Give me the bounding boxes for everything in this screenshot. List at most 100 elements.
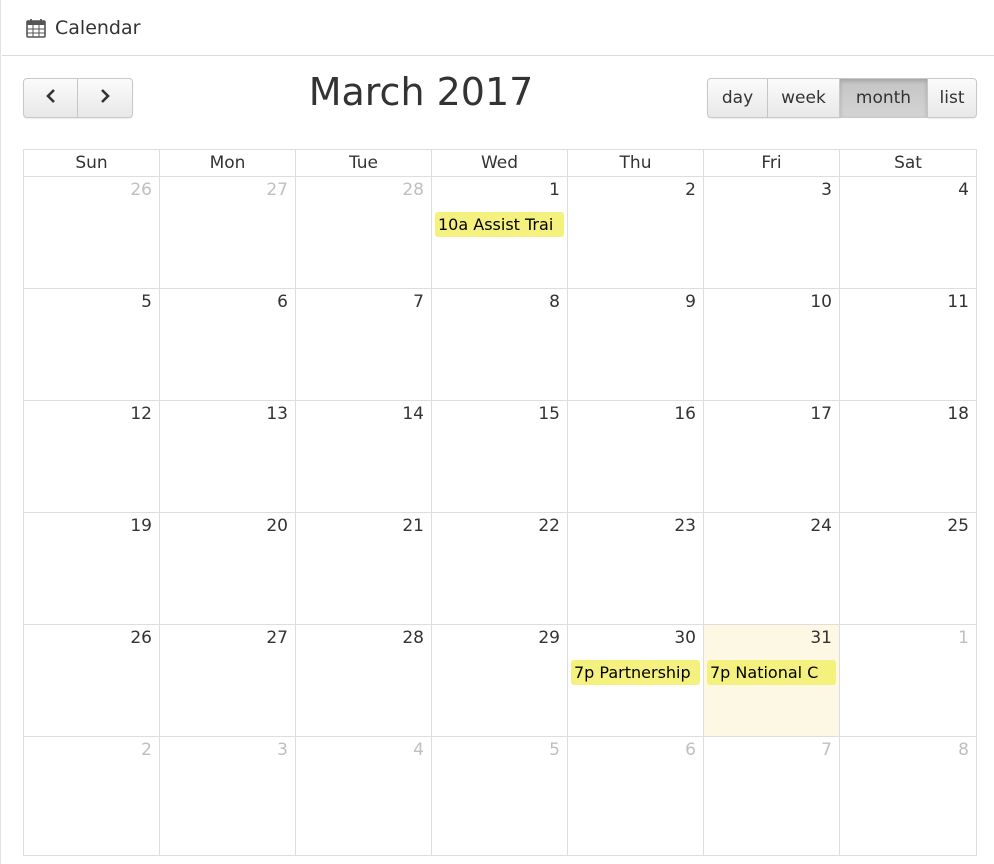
- panel-header: Calendar: [2, 0, 994, 56]
- week-row: 19 20 21 22 23 24 25: [24, 513, 976, 625]
- day-number: 27: [266, 180, 288, 200]
- day-number: 4: [413, 740, 424, 760]
- day-cell[interactable]: 5: [24, 289, 160, 400]
- day-cell-today[interactable]: 31 7p National C: [704, 625, 840, 736]
- weekday-fri: Fri: [704, 150, 840, 177]
- day-cell[interactable]: 30 7p Partnership: [568, 625, 704, 736]
- day-cell[interactable]: 28: [296, 177, 432, 288]
- day-cell[interactable]: 21: [296, 513, 432, 624]
- day-cell[interactable]: 8: [432, 289, 568, 400]
- day-number: 9: [685, 292, 696, 312]
- day-number: 28: [402, 628, 424, 648]
- day-cell[interactable]: 26: [24, 177, 160, 288]
- weekday-thu: Thu: [568, 150, 704, 177]
- day-number: 7: [413, 292, 424, 312]
- day-cell[interactable]: 25: [840, 513, 976, 624]
- day-cell[interactable]: 2: [24, 737, 160, 855]
- view-day-button[interactable]: day: [707, 78, 768, 118]
- day-cell[interactable]: 1: [840, 625, 976, 736]
- day-cell[interactable]: 28: [296, 625, 432, 736]
- weekday-mon: Mon: [160, 150, 296, 177]
- day-cell[interactable]: 19: [24, 513, 160, 624]
- day-cell[interactable]: 3: [704, 177, 840, 288]
- day-number: 24: [810, 516, 832, 536]
- day-cell[interactable]: 15: [432, 401, 568, 512]
- day-number: 5: [549, 740, 560, 760]
- day-number: 31: [810, 628, 832, 648]
- nav-button-group: [23, 78, 133, 118]
- view-month-button[interactable]: month: [840, 78, 928, 118]
- day-number: 5: [141, 292, 152, 312]
- day-cell[interactable]: 27: [160, 625, 296, 736]
- day-cell[interactable]: 12: [24, 401, 160, 512]
- view-week-button[interactable]: week: [768, 78, 840, 118]
- day-cell[interactable]: 22: [432, 513, 568, 624]
- day-number: 13: [266, 404, 288, 424]
- day-number: 2: [685, 180, 696, 200]
- day-cell[interactable]: 16: [568, 401, 704, 512]
- event-partnership[interactable]: 7p Partnership: [571, 660, 700, 685]
- view-switcher: day week month list: [707, 78, 977, 118]
- day-cell[interactable]: 9: [568, 289, 704, 400]
- day-number: 26: [130, 628, 152, 648]
- day-cell[interactable]: 4: [840, 177, 976, 288]
- week-row: 2 3 4 5 6 7 8: [24, 737, 976, 855]
- day-number: 16: [674, 404, 696, 424]
- day-cell[interactable]: 27: [160, 177, 296, 288]
- view-list-button[interactable]: list: [928, 78, 977, 118]
- day-cell[interactable]: 10: [704, 289, 840, 400]
- day-number: 8: [549, 292, 560, 312]
- day-cell[interactable]: 23: [568, 513, 704, 624]
- day-cell[interactable]: 11: [840, 289, 976, 400]
- weekday-tue: Tue: [296, 150, 432, 177]
- weekday-sat: Sat: [894, 153, 922, 173]
- panel-title: Calendar: [55, 16, 141, 39]
- day-cell[interactable]: 5: [432, 737, 568, 855]
- day-number: 22: [538, 516, 560, 536]
- day-cell[interactable]: 1 10a Assist Trai: [432, 177, 568, 288]
- chevron-left-icon: [44, 88, 58, 109]
- day-cell[interactable]: 20: [160, 513, 296, 624]
- chevron-right-icon: [98, 88, 112, 109]
- day-number: 14: [402, 404, 424, 424]
- next-button[interactable]: [78, 78, 133, 118]
- month-grid: Sun Mon Tue Wed Thu Fri Sat 26 27 28 1 1…: [23, 149, 977, 856]
- day-number: 2: [141, 740, 152, 760]
- day-cell[interactable]: 17: [704, 401, 840, 512]
- day-cell[interactable]: 7: [296, 289, 432, 400]
- prev-button[interactable]: [23, 78, 78, 118]
- day-number: 1: [958, 628, 969, 648]
- day-number: 3: [277, 740, 288, 760]
- day-cell[interactable]: 26: [24, 625, 160, 736]
- calendar-toolbar: March 2017 day week month list: [1, 56, 994, 148]
- week-row: 26 27 28 29 30 7p Partnership 31 7p Nati…: [24, 625, 976, 737]
- weekday-sun: Sun: [24, 150, 160, 177]
- day-cell[interactable]: 24: [704, 513, 840, 624]
- day-number: 6: [277, 292, 288, 312]
- day-number: 29: [538, 628, 560, 648]
- calendar-panel: Calendar March 2017 day week month list: [0, 0, 994, 864]
- day-cell[interactable]: 4: [296, 737, 432, 855]
- day-cell[interactable]: 29: [432, 625, 568, 736]
- day-number: 1: [549, 180, 560, 200]
- day-number: 25: [947, 516, 969, 536]
- day-cell[interactable]: 6: [568, 737, 704, 855]
- day-number: 27: [266, 628, 288, 648]
- event-national[interactable]: 7p National C: [707, 660, 836, 685]
- week-row: 5 6 7 8 9 10 11: [24, 289, 976, 401]
- day-cell[interactable]: 3: [160, 737, 296, 855]
- day-cell[interactable]: 6: [160, 289, 296, 400]
- day-number: 19: [130, 516, 152, 536]
- month-title: March 2017: [308, 70, 534, 114]
- day-cell[interactable]: 18: [840, 401, 976, 512]
- day-cell[interactable]: 13: [160, 401, 296, 512]
- day-number: 15: [538, 404, 560, 424]
- day-number: 6: [685, 740, 696, 760]
- day-cell[interactable]: 8: [840, 737, 976, 855]
- day-number: 28: [402, 180, 424, 200]
- day-cell[interactable]: 14: [296, 401, 432, 512]
- day-cell[interactable]: 2: [568, 177, 704, 288]
- calendar-icon: [26, 18, 46, 38]
- event-assist-training[interactable]: 10a Assist Trai: [435, 212, 564, 237]
- day-cell[interactable]: 7: [704, 737, 840, 855]
